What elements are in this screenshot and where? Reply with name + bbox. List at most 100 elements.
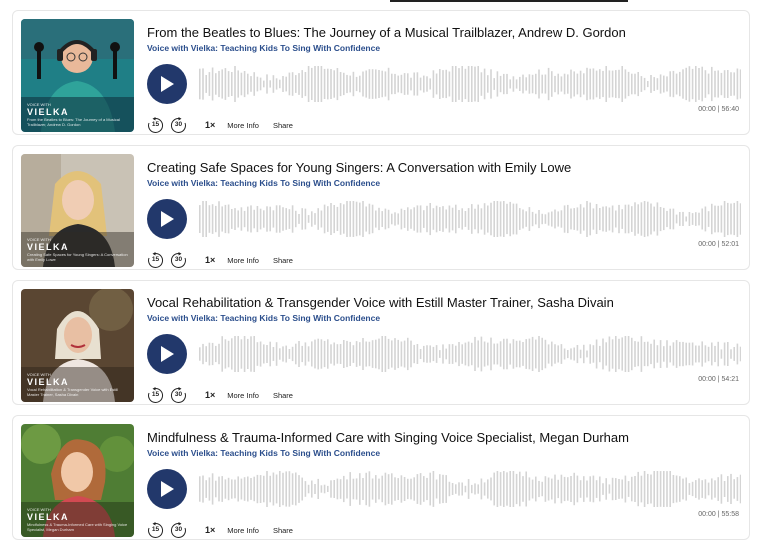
more-info-button[interactable]: More Info bbox=[227, 121, 259, 130]
waveform-scrubber[interactable] bbox=[198, 66, 741, 102]
skip-forward-button[interactable]: 30 bbox=[170, 251, 187, 269]
waveform-bar bbox=[496, 71, 499, 97]
episode-title[interactable]: Vocal Rehabilitation & Transgender Voice… bbox=[147, 295, 614, 310]
waveform-bar bbox=[259, 341, 262, 367]
episode-title[interactable]: Mindfulness & Trauma-Informed Care with … bbox=[147, 430, 629, 445]
waveform-bar bbox=[547, 67, 550, 101]
episode-artwork[interactable]: VOICE WITH VIELKA Mindfulness & Trauma-I… bbox=[21, 424, 134, 537]
speed-button[interactable]: 1× bbox=[205, 255, 215, 265]
play-button[interactable] bbox=[147, 334, 187, 374]
waveform-bar bbox=[397, 339, 399, 369]
skip-forward-button[interactable]: 30 bbox=[170, 116, 187, 134]
waveform-bar bbox=[442, 206, 444, 232]
waveform-bar bbox=[663, 471, 665, 507]
more-info-button[interactable]: More Info bbox=[227, 391, 259, 400]
waveform-bar bbox=[272, 75, 275, 93]
waveform-bar bbox=[288, 349, 291, 359]
waveform-bar bbox=[647, 81, 649, 88]
speed-button[interactable]: 1× bbox=[205, 525, 215, 535]
waveform-bar bbox=[272, 472, 275, 506]
episode-title[interactable]: From the Beatles to Blues: The Journey o… bbox=[147, 25, 626, 40]
waveform-bar bbox=[343, 204, 345, 234]
share-button[interactable]: Share bbox=[273, 526, 293, 535]
waveform-bar bbox=[355, 478, 358, 500]
episode-artwork[interactable]: VOICE WITH VIELKA Vocal Rehabilitation &… bbox=[21, 289, 134, 402]
waveform-bar bbox=[211, 67, 214, 101]
skip-back-button[interactable]: 15 bbox=[147, 116, 164, 134]
waveform-bar bbox=[541, 337, 543, 371]
waveform-bar bbox=[595, 70, 598, 98]
waveform-bar bbox=[727, 70, 729, 98]
skip-forward-button[interactable]: 30 bbox=[170, 386, 187, 404]
waveform-bar bbox=[736, 343, 739, 365]
waveform-bar bbox=[231, 72, 233, 96]
speed-button[interactable]: 1× bbox=[205, 390, 215, 400]
waveform-bar bbox=[429, 345, 431, 363]
waveform-bar bbox=[672, 70, 675, 98]
waveform-bar bbox=[554, 75, 556, 93]
skip-back-button[interactable]: 15 bbox=[147, 386, 164, 404]
show-link[interactable]: Voice with Vielka: Teaching Kids To Sing… bbox=[147, 178, 380, 188]
time-display: 00:00 | 55:58 bbox=[698, 511, 739, 518]
waveform-bar bbox=[483, 68, 486, 100]
waveform-bar bbox=[227, 204, 230, 234]
waveform-bar bbox=[442, 474, 444, 504]
waveform-bar bbox=[653, 471, 655, 507]
show-link[interactable]: Voice with Vielka: Teaching Kids To Sing… bbox=[147, 43, 380, 53]
share-button[interactable]: Share bbox=[273, 121, 293, 130]
waveform-bar bbox=[480, 478, 483, 500]
waveform-bar bbox=[458, 342, 460, 367]
show-link[interactable]: Voice with Vielka: Teaching Kids To Sing… bbox=[147, 448, 380, 458]
waveform-scrubber[interactable] bbox=[198, 336, 741, 372]
waveform-bar bbox=[679, 212, 681, 226]
waveform-bar bbox=[640, 202, 643, 236]
waveform-bar bbox=[627, 71, 630, 97]
play-button[interactable] bbox=[147, 64, 187, 104]
waveform-bar bbox=[592, 475, 595, 503]
waveform-bar bbox=[256, 206, 259, 233]
waveform-bar bbox=[720, 349, 723, 359]
waveform-bar bbox=[285, 208, 287, 230]
waveform-bar bbox=[250, 205, 252, 233]
waveform-bar bbox=[371, 478, 374, 500]
waveform-scrubber[interactable] bbox=[198, 201, 741, 237]
waveform-bar bbox=[474, 336, 476, 371]
waveform-bar bbox=[400, 475, 403, 503]
waveform-bar bbox=[304, 208, 307, 230]
more-info-button[interactable]: More Info bbox=[227, 256, 259, 265]
episode-artwork[interactable]: VOICE WITH VIELKA From the Beatles to Bl… bbox=[21, 19, 134, 132]
more-info-button[interactable]: More Info bbox=[227, 526, 259, 535]
speed-button[interactable]: 1× bbox=[205, 120, 215, 130]
waveform-bar bbox=[551, 341, 553, 367]
waveform-bar bbox=[570, 69, 572, 99]
skip-forward-button[interactable]: 30 bbox=[170, 521, 187, 539]
episode-artwork[interactable]: VOICE WITH VIELKA Creating Safe Spaces f… bbox=[21, 154, 134, 267]
artwork-brand: VIELKA bbox=[27, 107, 70, 117]
waveform-bar bbox=[291, 205, 294, 233]
share-button[interactable]: Share bbox=[273, 256, 293, 265]
show-link[interactable]: Voice with Vielka: Teaching Kids To Sing… bbox=[147, 313, 380, 323]
current-time: 00:00 bbox=[698, 511, 716, 518]
skip-back-button[interactable]: 15 bbox=[147, 521, 164, 539]
waveform-bar bbox=[589, 68, 591, 100]
waveform-scrubber[interactable] bbox=[198, 471, 741, 507]
waveform-bar bbox=[259, 208, 262, 230]
waveform-bar bbox=[202, 475, 204, 503]
episode-title[interactable]: Creating Safe Spaces for Young Singers: … bbox=[147, 160, 571, 175]
waveform-bar bbox=[423, 75, 425, 93]
waveform-bar bbox=[554, 209, 556, 229]
play-button[interactable] bbox=[147, 199, 187, 239]
waveform-bar bbox=[669, 345, 671, 363]
waveform-bar bbox=[567, 477, 569, 501]
waveform-bar bbox=[221, 476, 223, 502]
play-button[interactable] bbox=[147, 469, 187, 509]
waveform-bar bbox=[359, 202, 361, 236]
share-button[interactable]: Share bbox=[273, 391, 293, 400]
waveform-bar bbox=[317, 338, 319, 370]
skip-back-button[interactable]: 15 bbox=[147, 251, 164, 269]
waveform-bar bbox=[205, 201, 207, 237]
waveform-bar bbox=[243, 336, 246, 372]
waveform-bar bbox=[679, 341, 681, 367]
waveform-bar bbox=[624, 336, 627, 372]
waveform-bar bbox=[234, 208, 236, 230]
